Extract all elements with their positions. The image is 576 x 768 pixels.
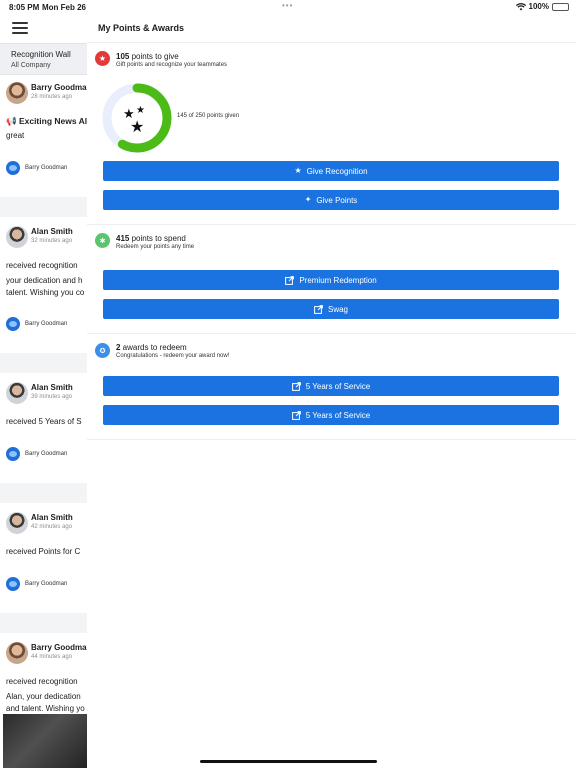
awards-heading: 2 awards to redeem [116,343,187,352]
give-subtitle: Gift points and recognize your teammates [116,62,228,68]
post-text-3: talent. Wishing you co [6,288,85,297]
post-author[interactable]: Alan Smith [31,513,73,522]
avatar[interactable] [6,642,28,664]
post-text: received recognition [6,261,78,270]
star-icon: ★ [294,166,302,175]
post-separator [0,613,87,633]
spend-count: 415 [116,234,130,243]
post-text: received recognition [6,677,78,686]
star-badge-icon: ★ [95,51,110,66]
avatar[interactable] [6,226,28,248]
award-ribbon-icon: ✪ [95,343,110,358]
svg-text:★: ★ [130,117,144,136]
points-given-donut: ★ ★ ★ [102,83,172,153]
home-indicator[interactable] [200,760,377,763]
status-date: Mon Feb 26 [42,3,87,12]
section-divider [87,439,576,440]
award-1-button[interactable]: 5 Years of Service [103,376,559,396]
page-title: My Points & Awards [98,23,185,33]
post-text: received 5 Years of S [6,417,82,426]
post-author[interactable]: Alan Smith [31,227,73,236]
avatar[interactable] [6,382,28,404]
give-points-button[interactable]: ✦ Give Points [103,190,559,210]
hamburger-icon[interactable] [12,22,28,34]
wifi-icon [515,2,526,10]
title-divider [87,42,576,43]
post-time: 28 minutes ago [31,94,73,100]
feed-post[interactable]: Alan Smith 32 minutes ago received recog… [0,224,87,364]
post-text-2: great [6,131,25,140]
award-2-label: 5 Years of Service [305,410,371,420]
give-heading: 105 points to give [116,52,179,61]
reaction-icon[interactable] [6,447,20,461]
feed-title: Recognition Wall [11,50,71,59]
battery-percent: 100% [528,2,549,11]
post-time: 44 minutes ago [31,654,73,660]
stars-icon: ✦ [304,195,312,204]
points-given-label: 145 of 250 points given [177,113,240,119]
post-text-2: Alan, your dedication [6,692,81,701]
post-author[interactable]: Alan Smith [31,383,73,392]
battery-icon [552,2,569,11]
status-time: 8:05 PM [9,3,40,12]
svg-text:★: ★ [136,105,145,116]
award-1-label: 5 Years of Service [305,381,371,391]
give-points-label: Give Points [316,195,358,205]
reaction-icon[interactable] [6,317,20,331]
award-2-button[interactable]: 5 Years of Service [103,405,559,425]
awards-subtitle: Congratulations - redeem your award now! [116,353,230,359]
external-link-icon [285,275,295,285]
post-text: received Points for C [6,547,81,556]
spend-heading: 415 points to spend [116,234,186,243]
post-time: 42 minutes ago [31,524,73,530]
swag-label: Swag [327,304,348,314]
points-awards-panel: My Points & Awards ★ 105 points to give … [87,14,576,768]
post-time: 39 minutes ago [31,394,73,400]
post-footer-name: Barry Goodman [25,165,68,171]
section-divider [87,224,576,225]
external-link-icon [291,410,301,420]
external-link-icon [314,304,323,314]
premium-redemption-button[interactable]: Premium Redemption [103,270,559,290]
feed-header[interactable]: Recognition Wall All Company [0,43,87,75]
feed-subtitle: All Company [11,62,51,69]
multitasking-dots[interactable]: ••• [282,1,293,10]
give-count: 105 [116,52,130,61]
avatar[interactable] [6,82,28,104]
give-recognition-label: Give Recognition [306,166,368,176]
feed-post[interactable]: Barry Goodman 28 minutes ago 📢 Exciting … [0,80,87,210]
spend-heading-rest: points to spend [129,234,186,243]
post-separator [0,353,87,373]
points-spend-icon: ✱ [95,233,110,248]
feed-post[interactable]: Alan Smith 39 minutes ago received 5 Yea… [0,380,87,490]
recognition-feed: Recognition Wall All Company Barry Goodm… [0,14,87,768]
post-author[interactable]: Barry Goodman [31,643,87,652]
avatar[interactable] [6,512,28,534]
give-heading-rest: points to give [129,52,179,61]
post-text: 📢 Exciting News Ale [6,116,87,126]
post-text-3: and talent. Wishing yo [6,704,85,713]
post-footer-name: Barry Goodman [25,581,68,587]
post-separator [0,197,87,217]
post-time: 32 minutes ago [31,238,73,244]
post-separator [0,483,87,503]
post-image[interactable] [3,714,87,768]
post-author[interactable]: Barry Goodman [31,83,87,92]
feed-post[interactable]: Alan Smith 42 minutes ago received Point… [0,510,87,620]
stars-icon: ★ ★ ★ [123,105,145,136]
post-text-2: your dedication and h [6,276,83,285]
section-divider [87,333,576,334]
premium-redemption-label: Premium Redemption [299,275,377,285]
spend-subtitle: Redeem your points any time [116,244,195,250]
reaction-icon[interactable] [6,577,20,591]
post-footer-name: Barry Goodman [25,451,68,457]
awards-heading-rest: awards to redeem [120,343,187,352]
swag-button[interactable]: Swag [103,299,559,319]
external-link-icon [291,381,301,391]
give-recognition-button[interactable]: ★ Give Recognition [103,161,559,181]
status-bar: 8:05 PM Mon Feb 26 ••• 100% [0,0,576,14]
post-footer-name: Barry Goodman [25,321,68,327]
status-right: 100% [515,2,569,11]
reaction-icon[interactable] [6,161,20,175]
